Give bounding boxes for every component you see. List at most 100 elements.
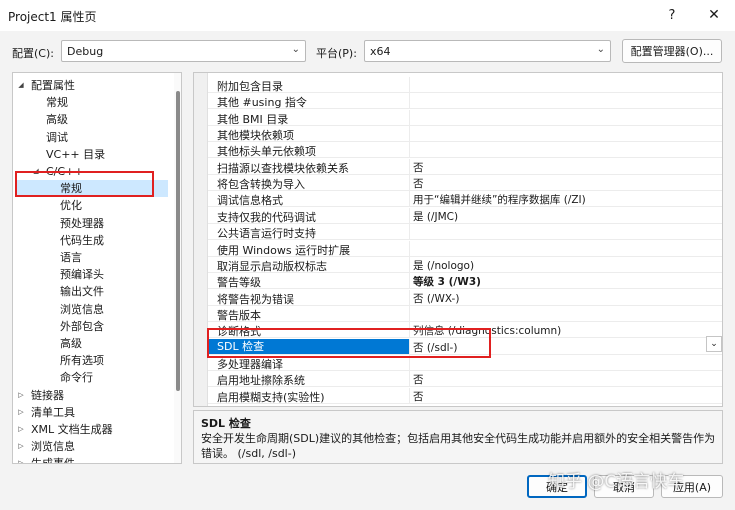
property-row[interactable]: 调试信息格式 用于“编辑并继续”的程序数据库 (/ZI) xyxy=(208,191,722,208)
platform-value: x64 xyxy=(370,45,391,58)
property-name: 其他 BMI 目录 xyxy=(217,112,289,126)
tree-item[interactable]: VC++ 目录 xyxy=(13,146,171,163)
collapse-arrow-icon[interactable]: ◢ xyxy=(16,77,26,94)
tree-item-label: 高级 xyxy=(46,113,68,127)
property-row[interactable]: 其他模块依赖项 xyxy=(208,126,722,143)
tree-item-label: 预处理器 xyxy=(60,216,104,230)
property-row[interactable]: 诊断格式 列信息 (/diagnostics:column) xyxy=(208,322,722,339)
property-value: 否 xyxy=(413,161,424,174)
expand-arrow-icon[interactable]: ▷ xyxy=(16,421,26,438)
property-row[interactable]: 附加包含目录 xyxy=(208,77,722,93)
tree-item-label: 代码生成 xyxy=(60,233,104,247)
tree-item[interactable]: 外部包含 xyxy=(13,318,171,335)
property-row[interactable]: 取消显示启动版权标志 是 (/nologo) xyxy=(208,256,722,273)
tree-item-label: 调试 xyxy=(46,130,68,144)
tree-item[interactable]: ◢ 配置属性 xyxy=(13,77,171,94)
tree-item[interactable]: 命令行 xyxy=(13,369,171,386)
property-value: 用于“编辑并继续”的程序数据库 (/ZI) xyxy=(413,194,586,207)
property-row[interactable]: 将警告视为错误 否 (/WX-) xyxy=(208,289,722,306)
expand-arrow-icon[interactable]: ▷ xyxy=(16,455,26,463)
help-button[interactable]: ? xyxy=(660,3,684,27)
value-dropdown-button[interactable]: ⌄ xyxy=(706,336,722,352)
tree-item[interactable]: 调试 xyxy=(13,129,171,146)
tree-item-label: 浏览信息 xyxy=(31,440,75,454)
property-row[interactable]: 启用地址擦除系统 否 xyxy=(208,371,722,388)
tree-item-label: 外部包含 xyxy=(60,319,104,333)
property-row[interactable]: 扫描源以查找模块依赖关系 否 xyxy=(208,158,722,175)
tree-item[interactable]: 高级 xyxy=(13,111,171,128)
tree-item-label: 常规 xyxy=(46,96,68,110)
column-divider xyxy=(409,256,410,273)
tree-item[interactable]: ◢ C/C++ xyxy=(13,163,171,180)
property-name: 公共语言运行时支持 xyxy=(217,227,316,241)
apply-button[interactable]: 应用(A) xyxy=(661,475,723,498)
tree-item-label: 所有选项 xyxy=(60,354,104,368)
platform-select[interactable]: x64 ⌄ xyxy=(364,40,611,62)
configuration-label: 配置(C): xyxy=(12,47,54,60)
property-row[interactable]: 启用模糊支持(实验性) 否 xyxy=(208,387,722,404)
property-value: 否 (/sdl-) xyxy=(413,341,458,354)
property-row[interactable]: 公共语言运行时支持 xyxy=(208,224,722,241)
property-row[interactable]: 将包含转换为导入 否 xyxy=(208,175,722,192)
tree-item[interactable]: 语言 xyxy=(13,249,171,266)
expand-arrow-icon[interactable]: ▷ xyxy=(16,438,26,455)
property-row[interactable]: SDL 检查否 (/sdl-) xyxy=(208,338,722,355)
property-grid: 附加包含目录 其他 #using 指令其他 BMI 目录 其他模块依赖项 其他标头单元… xyxy=(193,72,723,407)
tree-item[interactable]: ▷ XML 文档生成器 xyxy=(13,421,171,438)
tree-item[interactable]: 输出文件 xyxy=(13,283,171,300)
tree-item[interactable]: 常规 xyxy=(13,94,171,111)
tree-item[interactable]: ▷ 清单工具 xyxy=(13,404,171,421)
property-row[interactable]: 其他标头单元依赖项 xyxy=(208,142,722,159)
chevron-down-icon: ⌄ xyxy=(291,44,300,55)
property-row[interactable]: 警告版本 xyxy=(208,305,722,322)
tree-item-label: C/C++ xyxy=(46,165,84,178)
property-row[interactable]: 警告等级 等级 3 (/W3) xyxy=(208,273,722,290)
tree-item[interactable]: 预处理器 xyxy=(13,215,171,232)
column-divider xyxy=(409,175,410,192)
tree-item-label: 浏览信息 xyxy=(60,302,104,316)
property-name: 诊断格式 xyxy=(217,325,261,339)
property-row[interactable]: 其他 #using 指令 xyxy=(208,93,722,110)
tree-item[interactable]: 浏览信息 xyxy=(13,301,171,318)
cancel-button[interactable]: 取消 xyxy=(594,475,654,498)
tree-item[interactable]: ▷ 浏览信息 xyxy=(13,438,171,455)
title-bar: Project1 属性页 ? ✕ xyxy=(0,0,735,31)
expand-arrow-icon[interactable]: ▷ xyxy=(16,387,26,404)
tree-item[interactable]: 优化 xyxy=(13,197,171,214)
column-divider xyxy=(409,322,410,339)
configuration-select[interactable]: Debug ⌄ xyxy=(61,40,306,62)
tree-item[interactable]: 预编译头 xyxy=(13,266,171,283)
property-row[interactable]: 支持仅我的代码调试 是 (/JMC) xyxy=(208,207,722,224)
ok-button[interactable]: 确定 xyxy=(527,475,587,498)
column-divider xyxy=(409,224,410,241)
description-text: 安全开发生命周期(SDL)建议的其他检查；包括启用其他安全代码生成功能并启用额外… xyxy=(201,432,716,460)
tree-item[interactable]: 代码生成 xyxy=(13,232,171,249)
tree-scrollbar[interactable] xyxy=(174,73,181,463)
property-name: 使用 Windows 运行时扩展 xyxy=(217,243,351,257)
tree-scrollbar-thumb[interactable] xyxy=(176,91,180,391)
column-divider xyxy=(409,240,410,257)
property-row[interactable]: 使用 Windows 运行时扩展 xyxy=(208,240,722,257)
tree-item[interactable]: 所有选项 xyxy=(13,352,171,369)
tree-item[interactable]: ▷ 生成事件 xyxy=(13,455,171,463)
tree-item[interactable]: 高级 xyxy=(13,335,171,352)
column-divider xyxy=(409,305,410,322)
tree-item-label: 配置属性 xyxy=(31,79,75,92)
description-title: SDL 检查 xyxy=(201,417,251,430)
property-name: 将警告视为错误 xyxy=(217,292,294,306)
tree-item[interactable]: 常规 xyxy=(16,180,168,198)
collapse-arrow-icon[interactable]: ◢ xyxy=(31,163,41,180)
close-button[interactable]: ✕ xyxy=(700,3,728,27)
property-row[interactable]: 多处理器编译 xyxy=(208,354,722,371)
expand-arrow-icon[interactable]: ▷ xyxy=(16,404,26,421)
configuration-manager-button[interactable]: 配置管理器(O)... xyxy=(622,39,722,63)
column-divider xyxy=(409,371,410,388)
tree-item-label: 链接器 xyxy=(31,388,64,402)
property-name: 多处理器编译 xyxy=(217,357,283,371)
property-row[interactable]: 其他 BMI 目录 xyxy=(208,109,722,126)
property-value: 是 (/nologo) xyxy=(413,259,475,272)
property-name: 附加包含目录 xyxy=(217,80,283,93)
description-panel: SDL 检查 安全开发生命周期(SDL)建议的其他检查；包括启用其他安全代码生成… xyxy=(193,410,723,464)
tree-item-label: 常规 xyxy=(60,182,82,196)
tree-item[interactable]: ▷ 链接器 xyxy=(13,387,171,404)
